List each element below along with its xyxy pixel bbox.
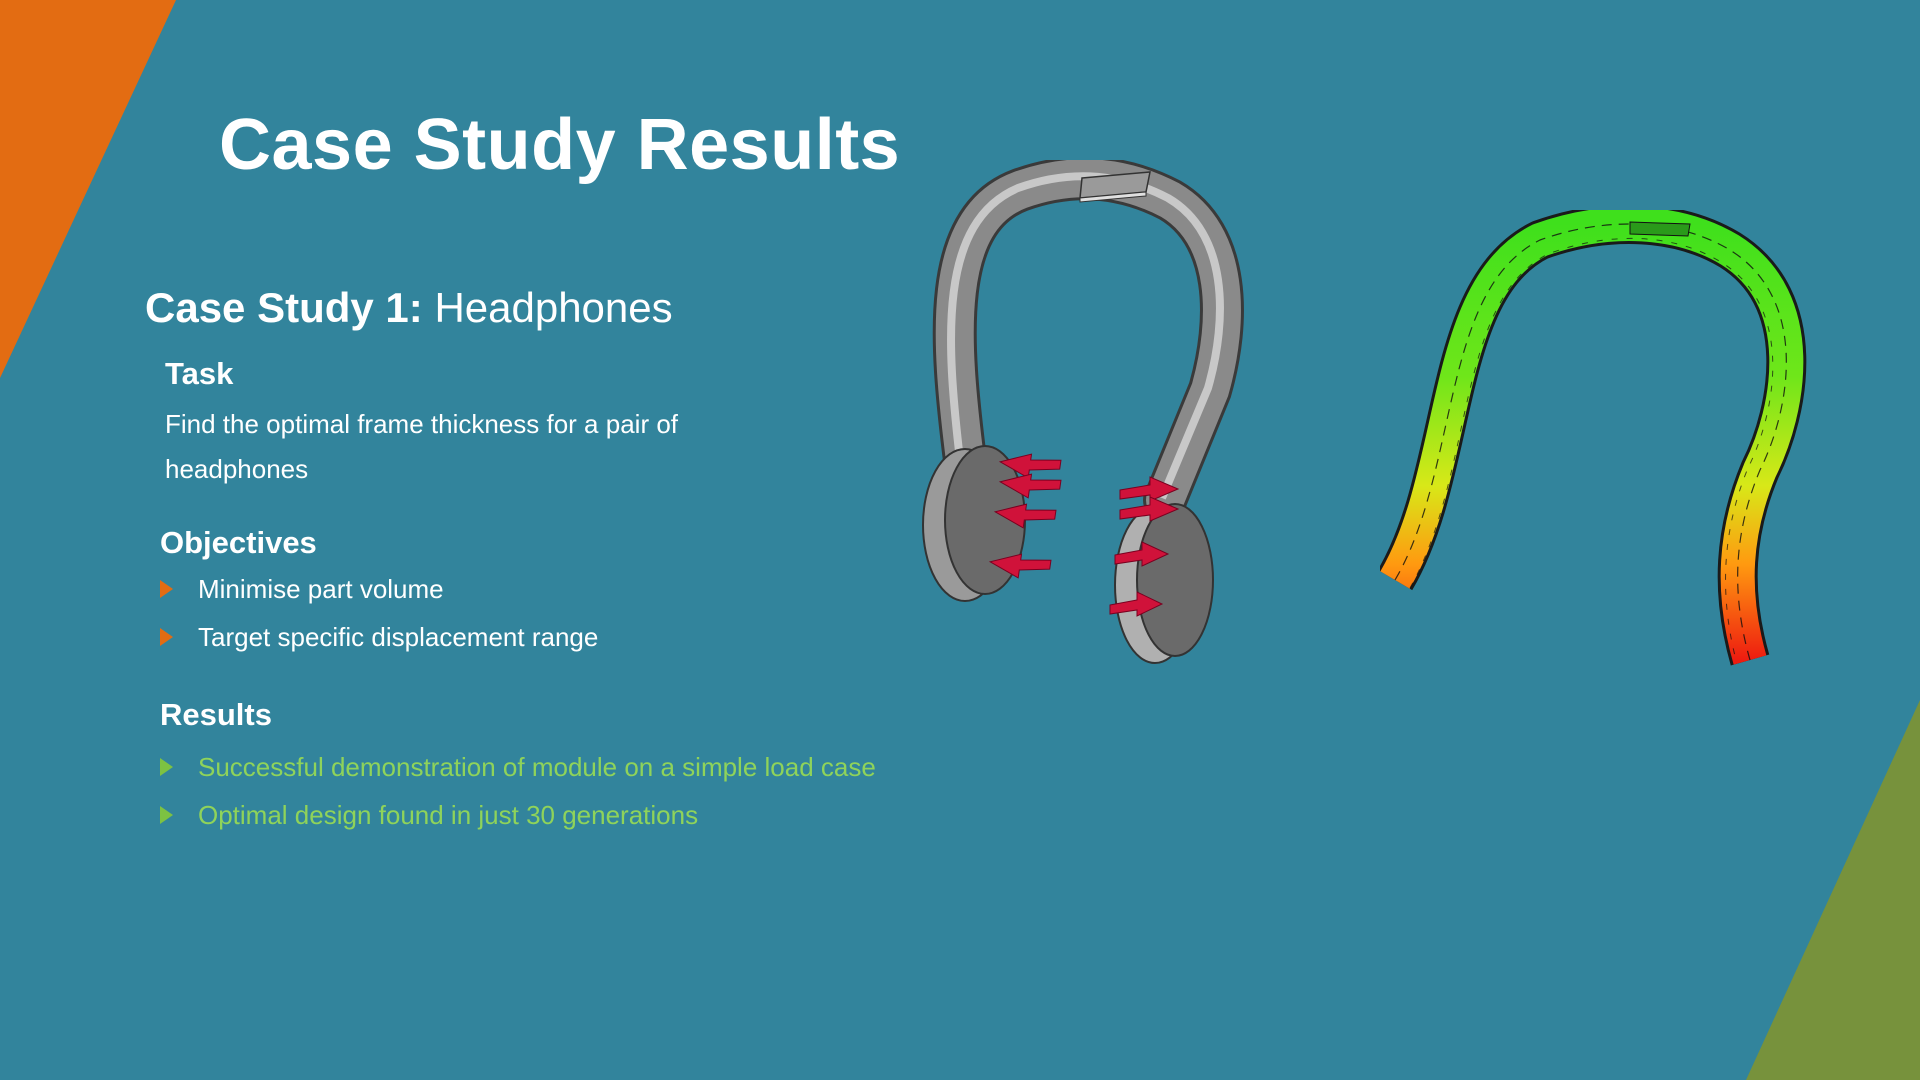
case-study-label: Case Study 1: [145,284,423,331]
objective-item: Minimise part volume [160,565,598,613]
objectives-heading: Objectives [160,525,317,560]
green-bullet-icon [160,806,173,824]
result-item: Optimal design found in just 30 generati… [160,791,876,839]
task-description: Find the optimal frame thickness for a p… [165,409,679,484]
result-text: Successful demonstration of module on a … [198,751,876,782]
results-heading: Results [160,697,272,732]
displacement-contour-image [1380,210,1807,666]
result-text: Optimal design found in just 30 generati… [198,799,699,830]
objective-item: Target specific displacement range [160,613,598,661]
objectives-list: Minimise part volume Target specific dis… [160,565,598,661]
case-study-name: Headphones [434,284,673,331]
results-list: Successful demonstration of module on a … [160,743,876,839]
result-item: Successful demonstration of module on a … [160,743,876,791]
orange-bullet-icon [160,580,173,598]
slide-title: Case Study Results [219,105,901,185]
green-bullet-icon [160,758,173,776]
objective-text: Target specific displacement range [198,621,599,652]
objective-text: Minimise part volume [198,573,444,604]
task-heading: Task [165,356,234,391]
case-study-heading: Case Study 1: Headphones [145,284,673,332]
orange-bullet-icon [160,628,173,646]
green-corner-shape [1746,700,1920,1080]
headphones-model-image [922,160,1244,664]
